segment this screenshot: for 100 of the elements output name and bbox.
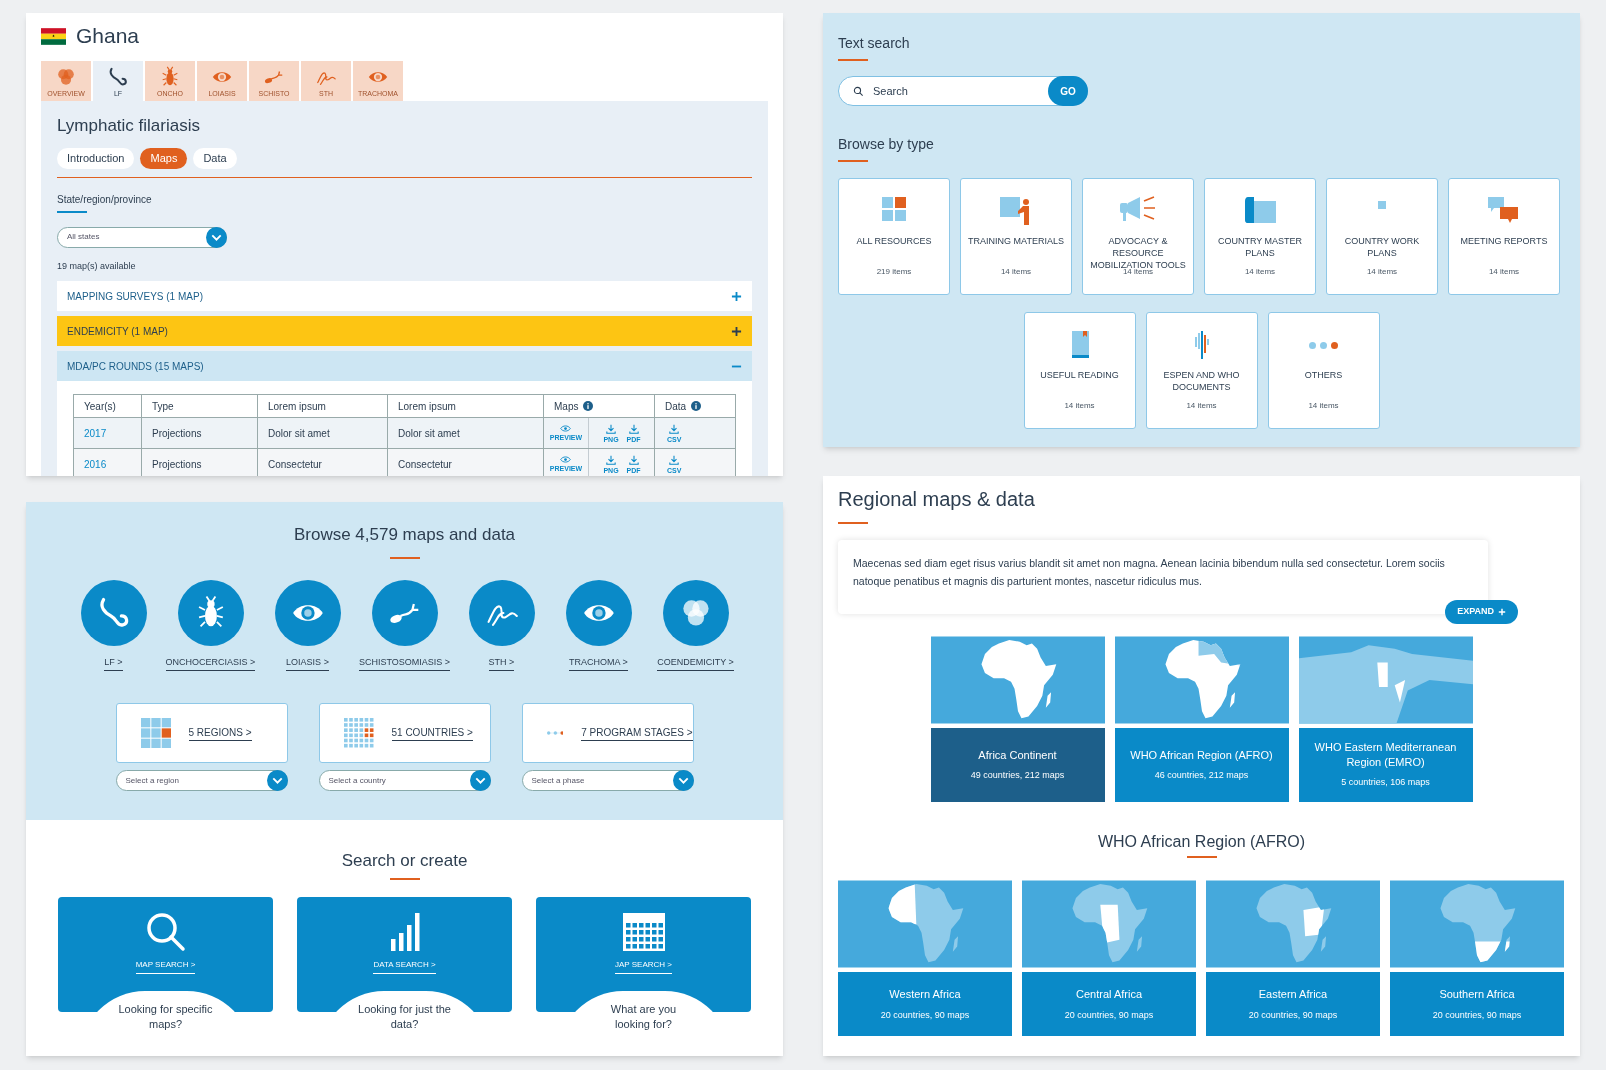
resource-type-card[interactable]: OTHERS 14 items [1267, 312, 1380, 429]
table-cell: Dolor sit amet [257, 418, 387, 448]
search-link[interactable]: DATA SEARCH > [373, 958, 436, 974]
view-tab[interactable]: Maps [140, 147, 188, 169]
disease-link[interactable]: LOIASIS > [286, 655, 329, 671]
section-title: Lymphatic filariasis [57, 115, 201, 137]
resource-type-card[interactable]: COUNTRY WORK PLANS 14 items [1326, 178, 1438, 295]
select-field[interactable]: Select a region [115, 770, 288, 791]
chevron-down-icon [206, 226, 227, 248]
chevron-down-icon [672, 770, 694, 791]
table-cell: Consectetur [387, 449, 543, 476]
info-icon[interactable] [691, 401, 702, 411]
region-stats: 49 countries, 212 maps [970, 768, 1065, 782]
disease-link[interactable]: STH > [488, 655, 515, 671]
region-card[interactable]: WHO Eastern Mediterranean Region (EMRO) 5 countries, 106 maps [1298, 632, 1473, 802]
view-tab[interactable]: Data [193, 147, 237, 169]
resource-type-card[interactable]: USEFUL READING 14 items [1023, 312, 1136, 429]
column-header: Maps [554, 399, 579, 414]
facet-card[interactable]: 7 PROGRAM STAGES > [521, 703, 694, 763]
disease-link[interactable]: LF > [104, 655, 123, 671]
section-heading: Browse 4,579 maps and data [293, 524, 516, 546]
download-icon [606, 454, 616, 465]
subregion-card[interactable]: Southern Africa 20 countries, 90 maps [1390, 876, 1564, 1036]
plus-icon [1498, 608, 1506, 616]
circles-circle-icon[interactable] [662, 579, 729, 646]
subregion-card[interactable]: Central Africa 20 countries, 90 maps [1022, 876, 1196, 1036]
region-stats: 46 countries, 212 maps [1154, 768, 1249, 782]
region-card[interactable]: Africa Continent 49 countries, 212 maps [930, 632, 1105, 802]
filter-label: State/region/province [57, 192, 153, 207]
accordion-header[interactable]: MDA/PC ROUNDS (15 MAPS) [57, 351, 752, 381]
region-name: Central Africa [1076, 987, 1142, 1002]
eye-icon [560, 425, 572, 432]
resource-type-card[interactable]: MEETING REPORTS 14 items [1448, 178, 1560, 295]
map-count: 19 map(s) available [57, 259, 137, 273]
disease-link[interactable]: TRACHOMA > [569, 655, 628, 671]
subregion-card[interactable]: Eastern Africa 20 countries, 90 maps [1206, 876, 1380, 1036]
section-heading: WHO African Region (AFRO) [1097, 832, 1306, 852]
parasite-circle-icon[interactable] [371, 579, 438, 646]
disease-link[interactable]: SCHISTOSOMIASIS > [358, 655, 451, 671]
steps-icon [546, 729, 564, 737]
region-card[interactable]: WHO African Region (AFRO) 46 countries, 212 maps [1114, 632, 1289, 802]
resource-type-card[interactable]: ESPEN AND WHO DOCUMENTS 14 items [1145, 312, 1258, 429]
accordion-header[interactable]: ENDEMICITY (1 MAP) [57, 316, 752, 346]
ghana-flag-icon [41, 27, 66, 45]
worm-circle-icon[interactable] [80, 579, 147, 646]
info-icon[interactable] [583, 401, 594, 411]
go-button[interactable]: GO [1048, 76, 1088, 106]
expand-button[interactable]: EXPAND [1445, 600, 1518, 624]
plus-icon [731, 325, 742, 337]
search-caption: What are you looking for? [609, 1001, 678, 1032]
worms-circle-icon[interactable] [468, 579, 535, 646]
eye-circle-icon[interactable] [274, 579, 341, 646]
region-name: Africa Continent [978, 747, 1057, 763]
bug-circle-icon[interactable] [177, 579, 244, 646]
subregion-card[interactable]: Western Africa 20 countries, 90 maps [838, 876, 1012, 1036]
table-cell: Projections [141, 418, 257, 448]
region-name: WHO Eastern Mediterranean Region (EMRO) [1313, 740, 1458, 771]
eye-circle-icon[interactable] [565, 579, 632, 646]
country-title: Ghana [76, 23, 140, 50]
square-icon [1378, 201, 1386, 209]
search-field[interactable]: Search GO [838, 76, 1088, 106]
column-header: Type [152, 399, 174, 414]
disease-link[interactable]: ONCHOCERCIASIS > [165, 655, 256, 671]
download-icon [606, 423, 616, 434]
dots-icon [1309, 342, 1338, 349]
resource-type-card[interactable]: COUNTRY MASTER PLANS 14 items [1204, 178, 1316, 295]
grid-icon [140, 718, 171, 748]
resource-type-card[interactable]: ADVOCACY & RESOURCE MOBILIZATION TOOLS 14 items [1082, 178, 1194, 295]
search-caption: Looking for just the data? [357, 1001, 452, 1032]
facet-card[interactable]: 5 REGIONS > [115, 703, 288, 763]
region-name: Eastern Africa [1258, 987, 1328, 1002]
select-field[interactable]: Select a phase [521, 770, 694, 791]
region-name: Western Africa [889, 987, 961, 1002]
chevron-down-icon [266, 770, 288, 791]
resource-type-card[interactable]: ALL RESOURCES 219 items [838, 178, 950, 295]
column-header: Lorem ipsum [268, 399, 326, 414]
description-text: Maecenas sed diam eget risus varius blandit sit amet non magna. Aenean lacinia bibendum nulla sed consectetur. Lorem sociis natoque penatibus et magnis dis parturient montes, nascetur ridiculus mus. [853, 556, 1446, 589]
region-stats: 20 countries, 90 maps [1064, 1008, 1154, 1022]
chevron-down-icon [469, 770, 491, 791]
region-name: WHO African Region (AFRO) [1130, 747, 1273, 763]
worm-icon [107, 65, 129, 88]
table-cell: Consectetur [257, 449, 387, 476]
facet-card[interactable]: 51 COUNTRIES > [318, 703, 491, 763]
select-field[interactable]: Select a country [318, 770, 491, 791]
region-stats: 20 countries, 90 maps [880, 1008, 970, 1022]
plus-icon [731, 290, 742, 302]
resource-type-card[interactable]: TRAINING MATERIALS 14 items [960, 178, 1072, 295]
search-link[interactable]: JAP SEARCH > [615, 958, 672, 974]
download-icon [669, 454, 680, 465]
dot-grid-icon [343, 718, 374, 748]
disease-link[interactable]: COENDEMICITY > [657, 655, 734, 671]
year-link[interactable]: 2016 [74, 449, 141, 476]
section-heading: Browse by type [838, 135, 935, 154]
accordion-header[interactable]: MAPPING SURVEYS (1 MAP) [57, 281, 752, 311]
search-icon [144, 910, 187, 953]
select-field[interactable]: All states [57, 226, 227, 248]
search-link[interactable]: MAP SEARCH > [135, 958, 196, 974]
view-tab[interactable]: Introduction [57, 147, 135, 169]
year-link[interactable]: 2017 [74, 418, 141, 448]
download-icon [669, 423, 680, 434]
